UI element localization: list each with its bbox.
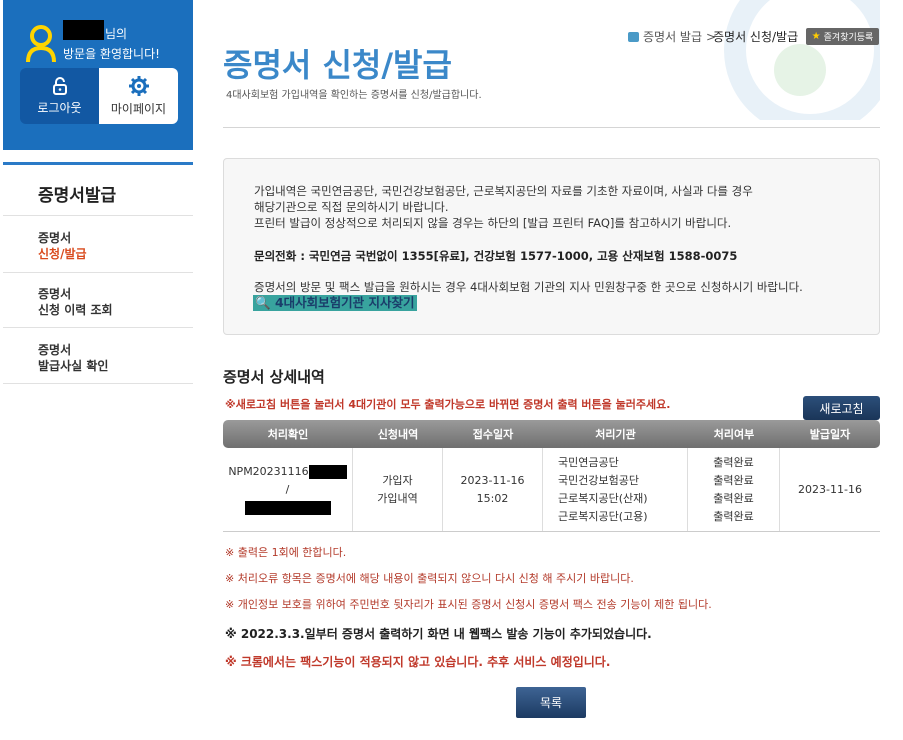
table-row: NPM20231116 / 가입자 가입내역 2023-11-16 15:02 … <box>223 448 880 532</box>
notice: ※ 개인정보 보호를 위하여 주민번호 뒷자리가 표시된 증명서 신청시 증명서… <box>225 598 712 611</box>
status-text: 출력완료 <box>713 509 754 523</box>
nav-item-label: 증명서 <box>38 343 72 357</box>
breadcrumb-current: 증명서 신청/발급 <box>713 30 799 44</box>
column-header: 접수일자 <box>472 428 514 441</box>
request-id-separator: / <box>285 482 290 496</box>
header-divider <box>223 127 880 128</box>
mypage-label: 마이페이지 <box>110 101 167 116</box>
nav-divider <box>3 327 193 328</box>
agency-name: 근로복지공단(산재) <box>558 491 648 505</box>
received-time: 15:02 <box>476 491 509 505</box>
nav-divider <box>3 383 193 384</box>
nav-item-label: 신청 이력 조회 <box>38 303 113 317</box>
cell-issued: 2023-11-16 <box>780 448 880 531</box>
logout-button[interactable]: 로그아웃 <box>20 68 99 124</box>
user-buttons: 로그아웃 마이페이지 <box>20 68 178 124</box>
nav-item-apply-issue[interactable]: 증명서 신청/발급 <box>38 230 87 262</box>
breadcrumb-home[interactable]: 증명서 발급 <box>643 28 702 45</box>
request-id-prefix: NPM20231116 <box>228 464 309 478</box>
breadcrumb: 증명서 발급 > <box>628 28 716 45</box>
section-title: 증명서 상세내역 <box>223 368 325 386</box>
nav-item-label: 발급사실 확인 <box>38 359 109 373</box>
column-header: 신청내역 <box>377 428 419 441</box>
nav-item-issue-confirm[interactable]: 증명서 발급사실 확인 <box>38 342 108 374</box>
user-name-redacted <box>63 20 104 40</box>
logout-label: 로그아웃 <box>37 100 82 115</box>
search-icon: 🔍 <box>255 295 271 310</box>
nav-divider <box>3 272 193 273</box>
cell-status: 출력완료 출력완료 출력완료 출력완료 <box>688 448 780 531</box>
nav-title: 증명서발급 <box>38 186 117 206</box>
column-header: 처리여부 <box>713 428 755 441</box>
nav-item-label: 신청/발급 <box>38 247 87 261</box>
info-text: 증명서의 방문 및 팩스 발급을 원하시는 경우 4대사회보험 기관의 지사 민… <box>254 280 803 294</box>
cell-received: 2023-11-16 15:02 <box>443 448 543 531</box>
user-icon <box>26 25 56 63</box>
status-text: 출력완료 <box>713 473 754 487</box>
status-text: 출력완료 <box>713 455 754 469</box>
mypage-button[interactable]: 마이페이지 <box>99 68 178 124</box>
notice: ※ 2022.3.3.일부터 증명서 출력하기 화면 내 웹팩스 발송 기능이 … <box>225 627 652 641</box>
user-panel: 님의 방문을 환영합니다! 로그아웃 마이페이지 <box>3 0 193 150</box>
info-text: 가입내역은 국민연금공단, 국민건강보험공단, 근로복지공단의 자료를 기초한 … <box>254 184 753 198</box>
issued-date: 2023-11-16 <box>798 482 862 496</box>
refresh-button[interactable]: 새로고침 <box>803 396 880 420</box>
request-id: NPM20231116 <box>228 463 347 481</box>
contact-phone: 문의전화 : 국민연금 국번없이 1355[유료], 건강보험 1577-100… <box>254 249 738 263</box>
notice: ※ 출력은 1회에 한합니다. <box>225 546 347 559</box>
background-decoration <box>724 0 880 120</box>
branch-link-label: 4대사회보험기관 지사찾기 <box>274 295 415 310</box>
welcome-text: 방문을 환영합니다! <box>63 47 160 61</box>
column-header: 처리기관 <box>595 428 636 441</box>
info-text: 해당기관으로 직접 문의하시기 바랍니다. <box>254 200 449 214</box>
cell-request: 가입자 가입내역 <box>353 448 443 531</box>
favorite-label: 즐겨찾기등록 <box>823 33 874 43</box>
received-date: 2023-11-16 <box>460 473 525 487</box>
request-type: 가입자 <box>382 473 413 487</box>
cell-agency: 국민연금공단 국민건강보험공단 근로복지공단(산재) 근로복지공단(고용) <box>543 448 688 531</box>
request-type: 가입내역 <box>377 491 418 505</box>
page-title: 증명서 신청/발급 <box>223 46 452 84</box>
star-icon: ★ <box>811 31 821 42</box>
column-header: 발급일자 <box>809 428 851 441</box>
list-button[interactable]: 목록 <box>516 687 586 718</box>
nav-item-label: 증명서 <box>38 287 72 301</box>
favorite-button[interactable]: ★ 즐겨찾기등록 <box>806 28 879 45</box>
column-header: 처리확인 <box>267 428 309 441</box>
gear-icon <box>128 75 149 96</box>
notice: ※ 크롬에서는 팩스기능이 적용되지 않고 있습니다. 추후 서비스 예정입니다… <box>225 655 611 669</box>
redacted-block <box>308 464 347 479</box>
info-box: 가입내역은 국민연금공단, 국민건강보험공단, 근로복지공단의 자료를 기초한 … <box>223 158 880 335</box>
notice: ※ 처리오류 항목은 증명서에 해당 내용이 출력되지 않으니 다시 신청 해 … <box>225 572 634 585</box>
agency-name: 국민건강보험공단 <box>558 473 639 487</box>
info-text: 프린터 발급이 정상적으로 처리되지 않을 경우는 하단의 [발급 프린터 FA… <box>254 216 732 230</box>
table-header: 처리확인 신청내역 접수일자 처리기관 처리여부 발급일자 <box>223 420 880 448</box>
user-name-suffix: 님의 <box>105 27 128 41</box>
cell-confirm: NPM20231116 / <box>223 448 353 531</box>
lock-icon <box>52 76 67 95</box>
home-icon[interactable] <box>628 31 639 42</box>
agency-name: 근로복지공단(고용) <box>558 509 648 523</box>
nav-item-history[interactable]: 증명서 신청 이력 조회 <box>38 286 113 318</box>
page-subtitle: 4대사회보험 가입내역을 확인하는 증명서를 신청/발급합니다. <box>226 90 482 101</box>
nav-item-label: 증명서 <box>38 231 72 245</box>
branch-finder-link[interactable]: 🔍 4대사회보험기관 지사찾기 <box>253 295 417 311</box>
agency-name: 국민연금공단 <box>558 455 619 469</box>
nav-divider <box>3 215 193 216</box>
refresh-warning: ※새로고침 버튼을 눌러서 4대기관이 모두 출력가능으로 바뀌면 증명서 출력… <box>225 398 671 411</box>
status-text: 출력완료 <box>713 491 754 505</box>
nav-top-rule <box>3 162 193 165</box>
redacted-block <box>244 500 331 515</box>
